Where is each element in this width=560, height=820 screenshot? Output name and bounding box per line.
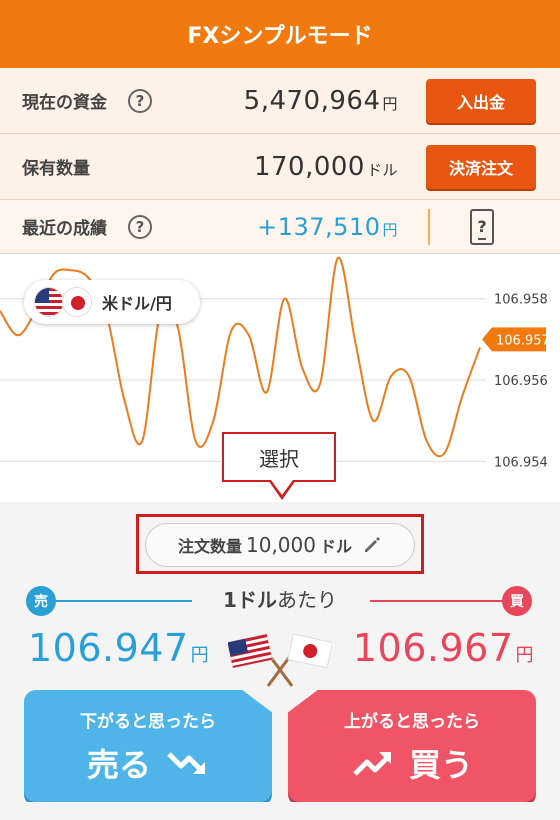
y-tick-label: 106.954 xyxy=(494,455,548,470)
crossed-flags-icon xyxy=(228,633,332,687)
holdings-label: 保有数量 xyxy=(22,159,90,179)
order-quantity-button[interactable]: 注文数量 10,000 ドル xyxy=(145,523,415,567)
sell-badge: 売 xyxy=(26,586,56,616)
order-quantity-label: 注文数量 xyxy=(177,537,242,556)
order-quantity-unit: ドル xyxy=(319,537,352,556)
holdings-row: 保有数量 170,000 ドル 決済注文 xyxy=(0,134,560,200)
pencil-icon xyxy=(365,537,380,552)
sell-button[interactable]: 下がると思ったら 売る xyxy=(24,690,272,802)
sell-price: 106.947 円 xyxy=(28,626,210,670)
y-tick-label: 106.956 xyxy=(494,374,548,389)
buy-button[interactable]: 上がると思ったら 買う xyxy=(288,690,536,802)
select-callout: 選択 xyxy=(222,432,336,482)
holdings-value: 170,000 ドル xyxy=(253,151,398,182)
buy-button-caption: 上がると思ったら xyxy=(344,711,480,732)
help-icon[interactable]: ? xyxy=(128,214,152,239)
funds-label: 現在の資金 xyxy=(22,93,107,113)
performance-label: 最近の成績 xyxy=(22,219,107,239)
jp-flag-icon xyxy=(62,287,92,317)
currency-pair-selector[interactable]: 米ドル/円 xyxy=(24,280,200,324)
deposit-withdraw-button[interactable]: 入出金 xyxy=(426,78,536,123)
sell-line xyxy=(56,600,192,602)
help-icon[interactable]: ? xyxy=(128,88,152,113)
order-quantity-value: 10,000 xyxy=(246,533,316,557)
funds-value: 5,470,964 円 xyxy=(243,85,398,116)
callout-text: 選択 xyxy=(259,446,299,471)
sell-button-label: 売る xyxy=(87,740,209,786)
sell-button-caption: 下がると思ったら xyxy=(80,711,216,732)
buy-price: 106.967 円 xyxy=(352,626,534,670)
buy-button-label: 買う xyxy=(351,740,473,786)
arrow-up-right-icon xyxy=(353,751,391,776)
app-header: FXシンプルモード xyxy=(0,0,560,68)
divider xyxy=(428,208,430,245)
performance-value: +137,510 円 xyxy=(257,212,398,241)
y-tick-label: 106.958 xyxy=(494,293,548,308)
phone-help-icon[interactable]: ? xyxy=(470,208,494,245)
funds-row: 現在の資金 ? 5,470,964 円 入出金 xyxy=(0,68,560,134)
currency-pair-label: 米ドル/円 xyxy=(102,294,172,313)
callout-tail-inner xyxy=(271,480,293,495)
page-title: FXシンプルモード xyxy=(187,24,373,49)
settle-order-button[interactable]: 決済注文 xyxy=(426,144,536,189)
arrow-down-right-icon xyxy=(167,751,205,774)
current-price-badge: 106.957 xyxy=(482,327,550,352)
us-flag-icon xyxy=(34,287,64,317)
current-price-label: 106.957 xyxy=(496,333,550,348)
buy-line xyxy=(370,600,504,602)
per-unit-label: 1ドルあたり xyxy=(223,588,337,612)
performance-row: 最近の成績 ? +137,510 円 ? xyxy=(0,200,560,254)
buy-badge: 買 xyxy=(502,586,532,616)
